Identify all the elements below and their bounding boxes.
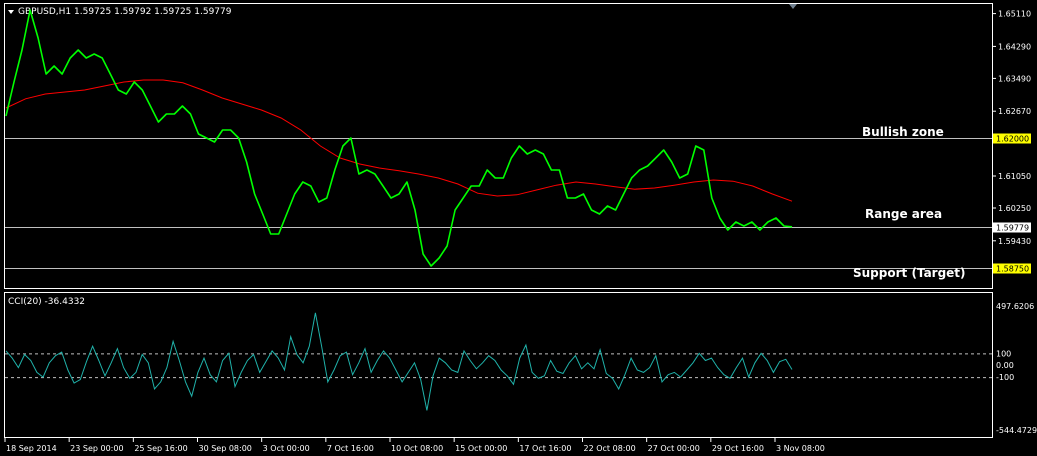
price-tick-label: 1.60250 bbox=[998, 204, 1031, 213]
price-tick-label: 1.61050 bbox=[998, 172, 1031, 181]
time-tick-label: 15 Oct 00:00 bbox=[455, 444, 507, 453]
annotation-range-area: Range area bbox=[865, 207, 942, 221]
trading-chart[interactable]: GBPUSD,H1 1.59725 1.59792 1.59725 1.5977… bbox=[0, 0, 1037, 456]
time-tick-label: 3 Oct 00:00 bbox=[263, 444, 310, 453]
level-label-text: 1.59779 bbox=[996, 224, 1029, 233]
annotation-support-target: Support (Target) bbox=[853, 266, 966, 280]
level-label-text: 1.62000 bbox=[996, 135, 1029, 144]
symbol-header: GBPUSD,H1 1.59725 1.59792 1.59725 1.5977… bbox=[18, 7, 232, 17]
cci-tick-label: -544.4729 bbox=[996, 426, 1037, 435]
time-tick-label: 27 Oct 00:00 bbox=[648, 444, 700, 453]
cci-tick-label: -100 bbox=[996, 373, 1014, 382]
cci-header: CCI(20) -36.4332 bbox=[8, 297, 85, 307]
time-tick-label: 17 Oct 16:00 bbox=[519, 444, 571, 453]
time-tick-label: 29 Oct 16:00 bbox=[712, 444, 764, 453]
level-label-text: 1.58750 bbox=[996, 265, 1029, 274]
time-tick-label: 30 Sep 08:00 bbox=[199, 444, 252, 453]
price-tick-label: 1.63490 bbox=[998, 74, 1031, 83]
cci-tick-label: 100 bbox=[996, 349, 1011, 358]
cci-tick-label: 497.6206 bbox=[996, 302, 1034, 311]
time-tick-label: 23 Sep 00:00 bbox=[70, 444, 123, 453]
price-tick-label: 1.59430 bbox=[998, 237, 1031, 246]
time-tick-label: 7 Oct 16:00 bbox=[327, 444, 374, 453]
cci-tick-label: 0.00 bbox=[996, 361, 1014, 370]
annotation-bullish-zone: Bullish zone bbox=[862, 125, 944, 139]
price-tick-label: 1.62670 bbox=[998, 107, 1031, 116]
price-tick-label: 1.64290 bbox=[998, 42, 1031, 51]
time-tick-label: 3 Nov 08:00 bbox=[776, 444, 825, 453]
time-tick-label: 18 Sep 2014 bbox=[6, 444, 57, 453]
time-tick-label: 10 Oct 08:00 bbox=[391, 444, 443, 453]
price-tick-label: 1.65110 bbox=[998, 10, 1031, 19]
time-tick-label: 22 Oct 08:00 bbox=[584, 444, 636, 453]
time-tick-label: 25 Sep 16:00 bbox=[134, 444, 187, 453]
